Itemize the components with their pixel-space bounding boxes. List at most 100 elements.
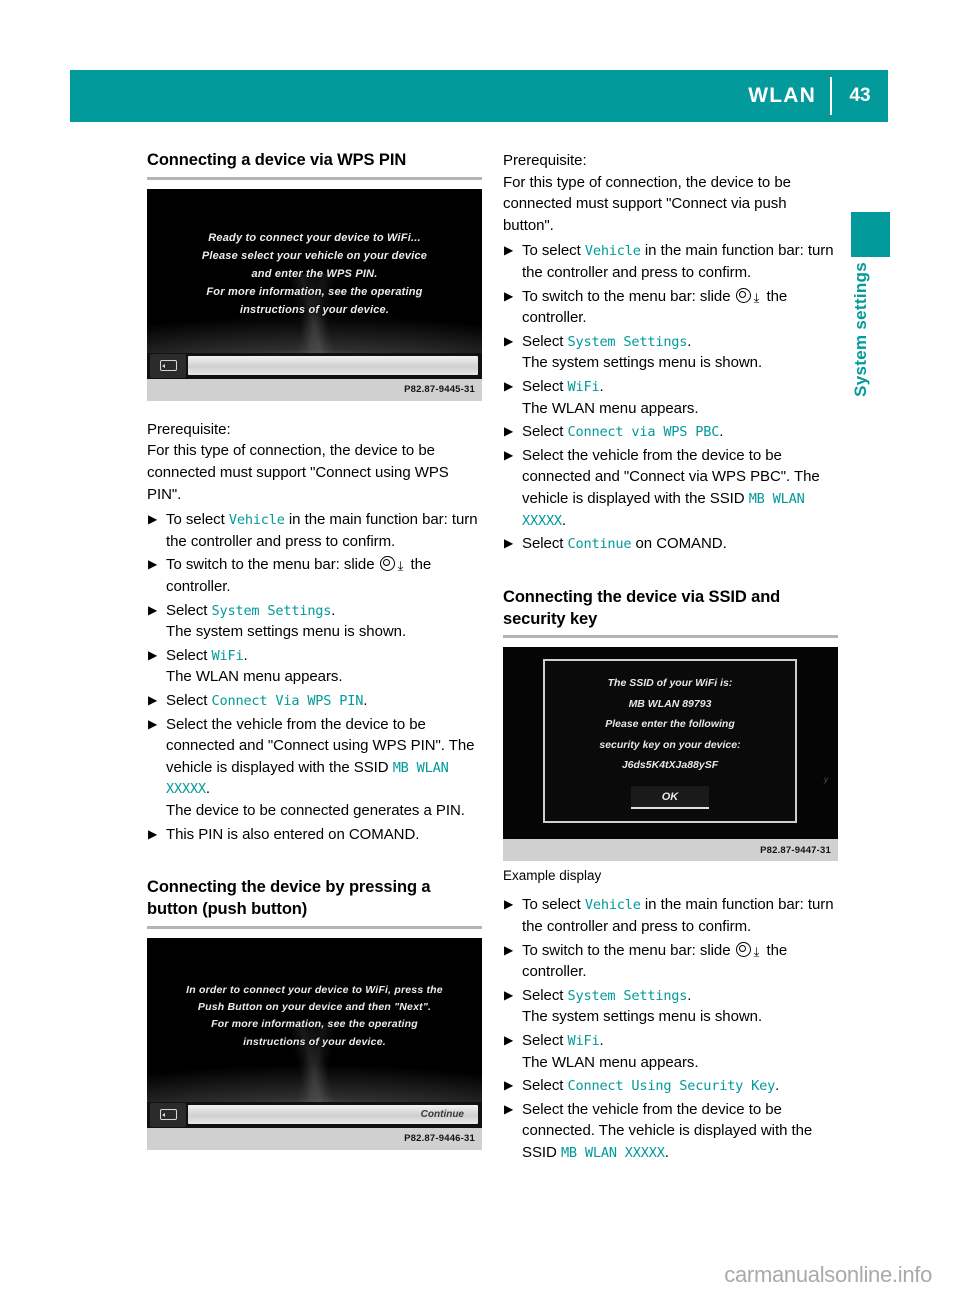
prerequisite-text: For this type of connection, the device …: [503, 173, 791, 234]
step-text: To select: [522, 242, 585, 260]
step-text: This PIN is also entered on COMAND.: [166, 825, 420, 843]
list-item: ▶ Select Continue on COMAND.: [503, 533, 838, 555]
step-marker-icon: ▶: [148, 826, 158, 841]
step-subtext: The system settings menu is shown.: [522, 354, 763, 372]
step-text: .: [243, 646, 248, 664]
step-text: Select: [522, 332, 568, 350]
step-text: Select: [166, 692, 212, 710]
step-text: .: [331, 601, 336, 619]
step-text: Select: [522, 378, 568, 396]
step-marker-icon: ▶: [504, 447, 514, 462]
right-steps-list-2: ▶ To select Vehicle in the main function …: [503, 894, 838, 1163]
step-text: Select: [522, 535, 568, 553]
step-marker-icon: ▶: [504, 333, 514, 348]
list-item: ▶ To select Vehicle in the main function …: [503, 240, 838, 283]
step-text: Select: [522, 1032, 568, 1050]
left-section-heading: Connecting a device via WPS PIN: [147, 151, 407, 169]
list-item: ▶ Select WiFi. The WLAN menu appears.: [503, 1030, 838, 1073]
page-header-bar: WLAN 43: [70, 70, 888, 122]
display-message: In order to connect your device to WiFi,…: [147, 982, 482, 1051]
step-marker-icon: ▶: [504, 379, 514, 394]
right-column: Prerequisite: For this type of connectio…: [503, 150, 838, 1166]
back-arrow-icon[interactable]: [150, 353, 186, 378]
menu-reference: Vehicle: [228, 512, 285, 529]
list-item: ▶ Select System Settings. The system setti…: [503, 331, 838, 374]
ssid-dialog: The SSID of your WiFi is: MB WLAN 89793 …: [543, 659, 797, 824]
menu-reference: System Settings: [567, 987, 688, 1004]
display-bottom-bar: Continue: [147, 1101, 482, 1128]
right-section-heading-block: Connecting the device via SSID and secur…: [503, 587, 838, 639]
list-item: ▶ To switch to the menu bar: slide ⤓ the …: [503, 286, 838, 329]
left-section-heading-2: Connecting the device by pressing a butto…: [147, 877, 482, 921]
display-line: instructions of your device.: [243, 1035, 386, 1048]
prerequisite-label: Prerequisite:: [503, 152, 587, 169]
left-section-heading-block-2: Connecting the device by pressing a butto…: [147, 877, 482, 929]
menu-reference: System Settings: [567, 333, 688, 350]
step-text: .: [687, 986, 692, 1004]
left-column: Connecting a device via WPS PIN Ready to…: [147, 150, 482, 1150]
display-line: For more information, see the operating: [211, 1018, 418, 1031]
step-marker-icon: ▶: [504, 942, 514, 957]
step-text: .: [687, 332, 692, 350]
display-menu-strip[interactable]: [188, 356, 478, 376]
chapter-tab-marker: [851, 212, 890, 257]
comand-display: Ready to connect your device to WiFi... …: [147, 188, 482, 379]
menu-reference: Connect Using Security Key: [567, 1078, 776, 1095]
step-text: To switch to the menu bar: slide: [522, 941, 735, 959]
heading-line: button (push button): [147, 899, 308, 918]
ok-button[interactable]: OK: [631, 786, 709, 810]
step-text: Select: [166, 601, 212, 619]
step-marker-icon: ▶: [504, 288, 514, 303]
step-marker-icon: ▶: [148, 512, 158, 527]
comand-screenshot-wps-pin: Ready to connect your device to WiFi... …: [147, 188, 482, 401]
site-watermark: carmanualsonline.info: [724, 1262, 932, 1287]
display-menu-strip[interactable]: Continue: [188, 1105, 478, 1125]
menu-reference: System Settings: [211, 602, 332, 619]
comand-display: In order to connect your device to WiFi,…: [147, 937, 482, 1128]
menu-reference: Vehicle: [584, 243, 641, 260]
continue-button-label: Continue: [420, 1109, 464, 1121]
list-item: ▶ Select Connect Using Security Key.: [503, 1075, 838, 1097]
menu-reference: WiFi: [211, 647, 244, 664]
display-bottom-bar: [147, 352, 482, 379]
step-subtext: The WLAN menu appears.: [522, 399, 699, 417]
left-steps-list: ▶ To select Vehicle in the main function …: [147, 509, 482, 845]
screenshot-id: P82.87-9447-31: [760, 844, 831, 856]
list-item: ▶ Select WiFi. The WLAN menu appears.: [147, 645, 482, 688]
step-marker-icon: ▶: [504, 1101, 514, 1116]
step-text: Select: [522, 986, 568, 1004]
list-item: ▶ Select WiFi. The WLAN menu appears.: [503, 376, 838, 419]
dialog-line: The SSID of your WiFi is:: [607, 677, 733, 690]
controller-icon: [735, 941, 751, 957]
heading-line: Connecting the device by pressing a: [147, 878, 431, 897]
dialog-ssid-value: MB WLAN 89793: [628, 697, 712, 710]
list-item: ▶ To select Vehicle in the main function …: [503, 894, 838, 937]
step-subtext: The WLAN menu appears.: [522, 1053, 699, 1071]
dialog-message: The SSID of your WiFi is: MB WLAN 89793 …: [545, 673, 795, 775]
arrow-down-icon: ⤓: [753, 943, 760, 959]
step-text: .: [719, 423, 724, 441]
list-item: ▶ Select the vehicle from the device to b…: [503, 445, 838, 531]
screenshot-id-bar: P82.87-9445-31: [147, 378, 482, 401]
list-item: ▶ To switch to the menu bar: slide ⤓ the …: [503, 940, 838, 983]
step-marker-icon: ▶: [504, 1033, 514, 1048]
display-line: instructions of your device.: [239, 304, 390, 317]
display-line: In order to connect your device to WiFi,…: [186, 983, 443, 996]
menu-reference: Vehicle: [584, 897, 641, 914]
step-marker-icon: ▶: [504, 536, 514, 551]
step-marker-icon: ▶: [148, 716, 158, 731]
step-text: .: [775, 1077, 780, 1095]
step-text: To select: [522, 896, 585, 914]
step-marker-icon: ▶: [504, 243, 514, 258]
step-marker-icon: ▶: [148, 602, 158, 617]
step-subtext: The WLAN menu appears.: [166, 668, 343, 686]
step-text: To select: [166, 511, 229, 529]
list-item: ▶ Select System Settings. The system setti…: [147, 600, 482, 643]
right-steps-list: ▶ To select Vehicle in the main function …: [503, 240, 838, 554]
controller-icon: [379, 556, 395, 572]
back-arrow-icon[interactable]: [150, 1102, 186, 1127]
page-number: 43: [849, 85, 871, 106]
